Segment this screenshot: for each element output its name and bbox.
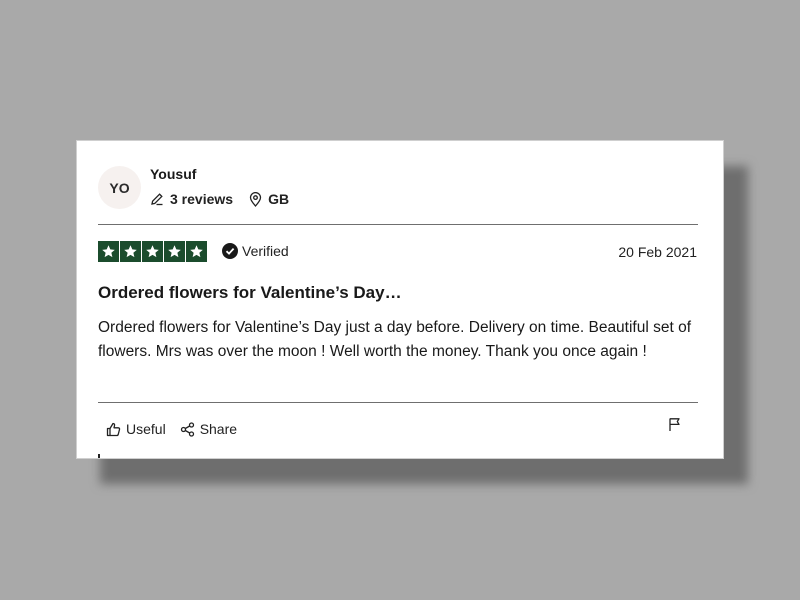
useful-label: Useful: [126, 421, 166, 437]
share-button[interactable]: Share: [180, 421, 237, 437]
review-actions: Useful Share: [106, 421, 237, 437]
flag-icon: [669, 418, 680, 431]
header-divider: [98, 224, 698, 225]
share-icon: [180, 421, 194, 437]
check-circle-icon: [222, 243, 238, 259]
verified-badge[interactable]: Verified: [222, 243, 289, 259]
star-icon: [164, 241, 185, 262]
reviewer-name[interactable]: Yousuf: [150, 166, 196, 182]
review-count: 3 reviews: [170, 191, 234, 207]
report-button[interactable]: [668, 417, 681, 437]
review-card: YO Yousuf 3 reviews GB Verified 20 Feb 2…: [76, 140, 724, 459]
star-icon: [120, 241, 141, 262]
star-rating: [98, 241, 207, 262]
avatar[interactable]: YO: [98, 166, 141, 209]
star-icon: [98, 241, 119, 262]
location-pin-icon: [249, 191, 262, 207]
review-date: 20 Feb 2021: [618, 244, 697, 260]
star-icon: [142, 241, 163, 262]
reviewer-meta: 3 reviews GB: [150, 191, 289, 207]
text-cursor: [98, 454, 100, 458]
pencil-icon: [151, 193, 163, 206]
review-title[interactable]: Ordered flowers for Valentine’s Day…: [98, 283, 402, 303]
review-body: Ordered flowers for Valentine’s Day just…: [98, 319, 692, 360]
star-icon: [186, 241, 207, 262]
thumbs-up-icon: [106, 422, 121, 436]
verified-label: Verified: [242, 243, 289, 259]
footer-divider: [98, 402, 698, 403]
useful-button[interactable]: Useful: [106, 421, 166, 437]
review-count-group: 3 reviews: [150, 191, 233, 207]
country-code: GB: [268, 191, 290, 207]
share-label: Share: [199, 421, 238, 437]
country-group: GB: [249, 191, 289, 207]
